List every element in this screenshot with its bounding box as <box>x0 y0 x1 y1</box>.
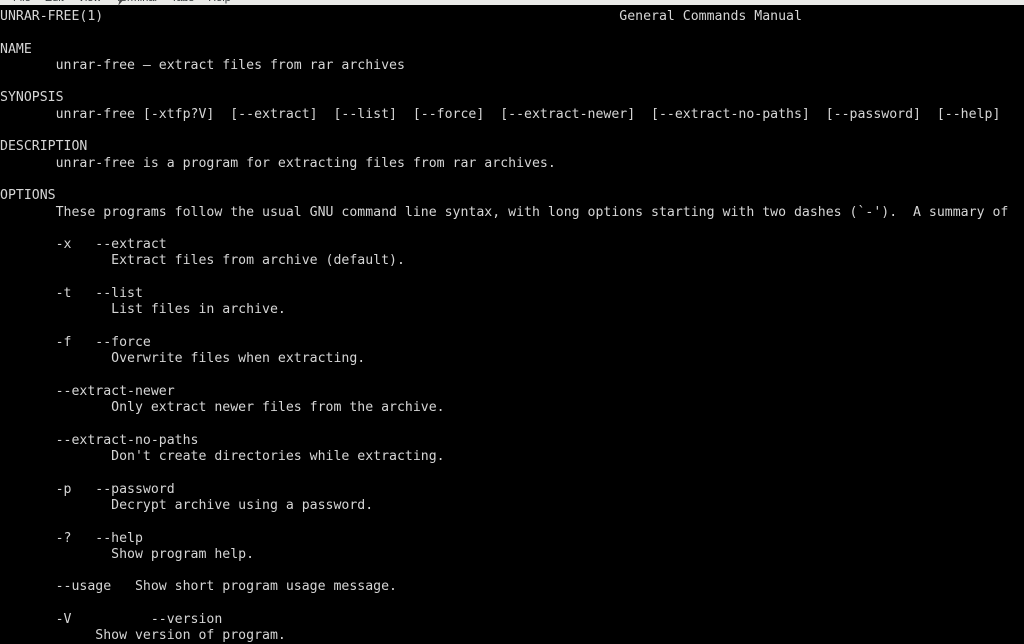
terminal-line: NAME <box>0 41 32 57</box>
terminal-line: --usage Show short program usage message… <box>0 579 397 595</box>
terminal-line: Overwrite files when extracting. <box>0 351 366 367</box>
menu-item-view[interactable]: View <box>71 0 109 5</box>
menu-item-help[interactable]: Help <box>201 0 238 5</box>
menu-item-tabs[interactable]: Tabs <box>164 0 201 5</box>
menu-bar-items: File Edit View Terminal Tabs Help <box>0 0 1024 5</box>
terminal-line: -x --extract <box>0 237 167 253</box>
terminal-line: Show program help. <box>0 546 255 562</box>
terminal-line: --extract-newer <box>0 383 175 399</box>
terminal-line: UNRAR-FREE(1) General Commands Manual <box>0 9 802 24</box>
terminal-line: SYNOPSIS <box>0 90 64 106</box>
terminal-line: Only extract newer files from the archiv… <box>0 400 445 416</box>
terminal-line: -? --help <box>0 530 143 546</box>
terminal-line: --extract-no-paths <box>0 432 199 448</box>
terminal-line: Decrypt archive using a password. <box>0 497 374 513</box>
menu-item-terminal[interactable]: Terminal <box>108 0 164 5</box>
menu-item-edit[interactable]: Edit <box>38 0 71 5</box>
terminal-line: These programs follow the usual GNU comm… <box>0 204 1009 220</box>
terminal-window: File Edit View Terminal Tabs Help UNRAR-… <box>0 0 1024 644</box>
terminal-line: Don't create directories while extractin… <box>0 449 445 465</box>
terminal-line: DESCRIPTION <box>0 139 88 155</box>
terminal-text-area[interactable]: UNRAR-FREE(1) General Commands Manual NA… <box>0 6 1024 644</box>
terminal-line: unrar-free [-xtfp?V] [--extract] [--list… <box>0 106 1001 122</box>
terminal-line: OPTIONS <box>0 188 56 204</box>
terminal-line: -t --list <box>0 286 143 302</box>
menu-item-file[interactable]: File <box>6 0 38 5</box>
terminal-line: Show version of program. <box>0 628 286 644</box>
terminal-line: -p --password <box>0 481 175 497</box>
terminal-line: -f --force <box>0 334 151 350</box>
terminal-line: -V --version <box>0 611 223 627</box>
terminal-line: Extract files from archive (default). <box>0 253 405 269</box>
terminal-line: unrar-free — extract files from rar arch… <box>0 57 405 73</box>
terminal-line: unrar-free is a program for extracting f… <box>0 155 556 171</box>
terminal-line: List files in archive. <box>0 302 286 318</box>
